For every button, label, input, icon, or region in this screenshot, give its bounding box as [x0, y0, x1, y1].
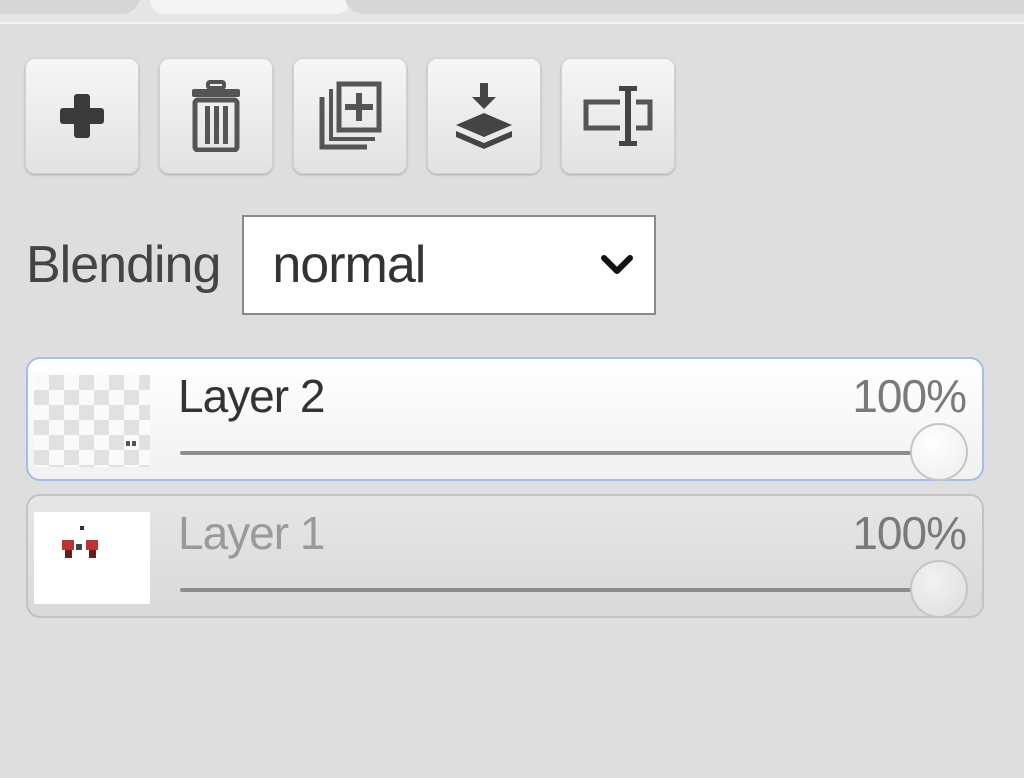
merge-layer-button[interactable]: [427, 58, 541, 174]
duplicate-layer-icon: [319, 81, 382, 150]
layer-name[interactable]: Layer 1: [178, 506, 325, 560]
layer-thumbnail: [34, 512, 150, 604]
merge-down-icon: [456, 83, 512, 149]
rename-layer-icon: [583, 86, 653, 146]
tab-right[interactable]: [345, 0, 1024, 14]
blending-row: Blending normal: [26, 212, 657, 318]
duplicate-layer-button[interactable]: [293, 58, 407, 174]
rename-layer-button[interactable]: [561, 58, 675, 174]
chevron-down-icon: [601, 255, 634, 274]
opacity-slider-track[interactable]: [180, 588, 942, 592]
layer-row-layer-2[interactable]: Layer 2 100%: [26, 357, 984, 481]
layer-thumbnail: [34, 375, 150, 467]
thumbnail-sprite: [62, 526, 98, 558]
layer-toolbar: [25, 58, 675, 174]
plus-icon: [60, 94, 104, 138]
opacity-slider-thumb[interactable]: [910, 423, 968, 481]
opacity-slider-track[interactable]: [180, 451, 942, 455]
blending-value: normal: [272, 236, 426, 294]
blending-select[interactable]: normal: [242, 215, 657, 315]
layer-name[interactable]: Layer 2: [178, 369, 325, 423]
tab-strip: [0, 0, 1024, 24]
layer-row-layer-1[interactable]: Layer 1 100%: [26, 494, 984, 618]
layer-opacity-value: 100%: [852, 507, 967, 559]
tab-left[interactable]: [0, 0, 140, 14]
add-layer-button[interactable]: [25, 58, 139, 174]
delete-layer-button[interactable]: [159, 58, 273, 174]
layer-opacity-value: 100%: [852, 370, 967, 422]
thumbnail-mark: [126, 441, 136, 446]
tab-layers[interactable]: [150, 0, 350, 14]
opacity-slider-thumb[interactable]: [910, 560, 968, 618]
blending-label: Blending: [26, 236, 221, 294]
trash-icon: [192, 80, 240, 152]
